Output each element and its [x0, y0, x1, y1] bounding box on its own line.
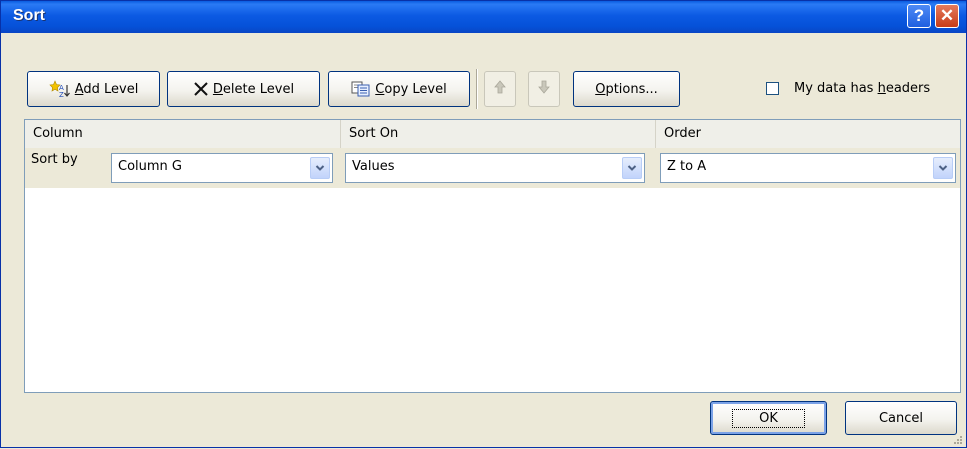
cancel-button[interactable]: Cancel [845, 401, 957, 435]
sort-on-header: Sort On [341, 120, 656, 148]
order-select-value: Z to A [667, 159, 707, 174]
headers-label-rest: eaders [885, 81, 931, 96]
sort-level-row[interactable]: Sort by Column G Values Z to A [25, 148, 960, 188]
resize-grip-icon[interactable] [953, 434, 963, 444]
ok-button-label: OK [732, 408, 805, 428]
toolbar-separator [476, 69, 478, 109]
delete-level-label: elete Level [222, 81, 295, 97]
headers-access-key: h [877, 81, 886, 96]
add-level-icon: A Z [49, 80, 71, 98]
move-up-button[interactable] [484, 71, 516, 107]
order-select[interactable]: Z to A [660, 153, 956, 183]
move-down-button[interactable] [528, 71, 560, 107]
chevron-down-icon[interactable] [933, 157, 953, 179]
grid-header: Column Sort On Order [25, 120, 960, 148]
sort-by-label: Sort by [31, 152, 78, 167]
add-level-button[interactable]: A Z Add Level [27, 71, 160, 107]
title-bar[interactable]: Sort ? ✕ [1, 1, 966, 33]
column-select-value: Column G [118, 159, 182, 174]
options-label: ptions... [605, 81, 658, 97]
delete-x-icon [193, 81, 209, 97]
close-button[interactable]: ✕ [935, 4, 959, 28]
headers-checkbox[interactable] [766, 82, 779, 95]
cancel-button-label: Cancel [878, 410, 924, 426]
column-select[interactable]: Column G [111, 153, 333, 183]
arrow-down-icon [538, 80, 550, 98]
chevron-down-icon[interactable] [310, 157, 330, 179]
copy-level-label: opy Level [384, 81, 447, 97]
headers-checkbox-label: My data has headers [794, 81, 930, 96]
arrow-up-icon [494, 80, 506, 98]
delete-level-access-key: D [212, 81, 223, 97]
headers-checkbox-group[interactable]: My data has headers [766, 81, 930, 96]
sort-on-select[interactable]: Values [345, 153, 645, 183]
sort-levels-grid: Column Sort On Order Sort by Column G Va… [24, 119, 961, 393]
svg-text:Z: Z [59, 91, 64, 98]
sort-on-select-value: Values [352, 159, 395, 174]
help-button[interactable]: ? [907, 4, 931, 28]
copy-icon [351, 81, 371, 97]
add-level-label: dd Level [83, 81, 139, 97]
delete-level-button[interactable]: Delete Level [167, 71, 320, 107]
order-header: Order [664, 126, 701, 141]
column-header: Column [25, 120, 341, 148]
copy-level-button[interactable]: Copy Level [328, 71, 470, 107]
options-button[interactable]: Options... [573, 71, 680, 107]
sort-dialog: Sort ? ✕ A Z Add Level Delete Level Copy… [0, 0, 967, 448]
headers-label-prefix: My data has [794, 81, 878, 96]
copy-level-access-key: C [375, 81, 385, 97]
dialog-title: Sort [13, 7, 45, 24]
options-access-key: O [595, 81, 606, 97]
ok-button[interactable]: OK [710, 401, 827, 435]
chevron-down-icon[interactable] [622, 157, 642, 179]
